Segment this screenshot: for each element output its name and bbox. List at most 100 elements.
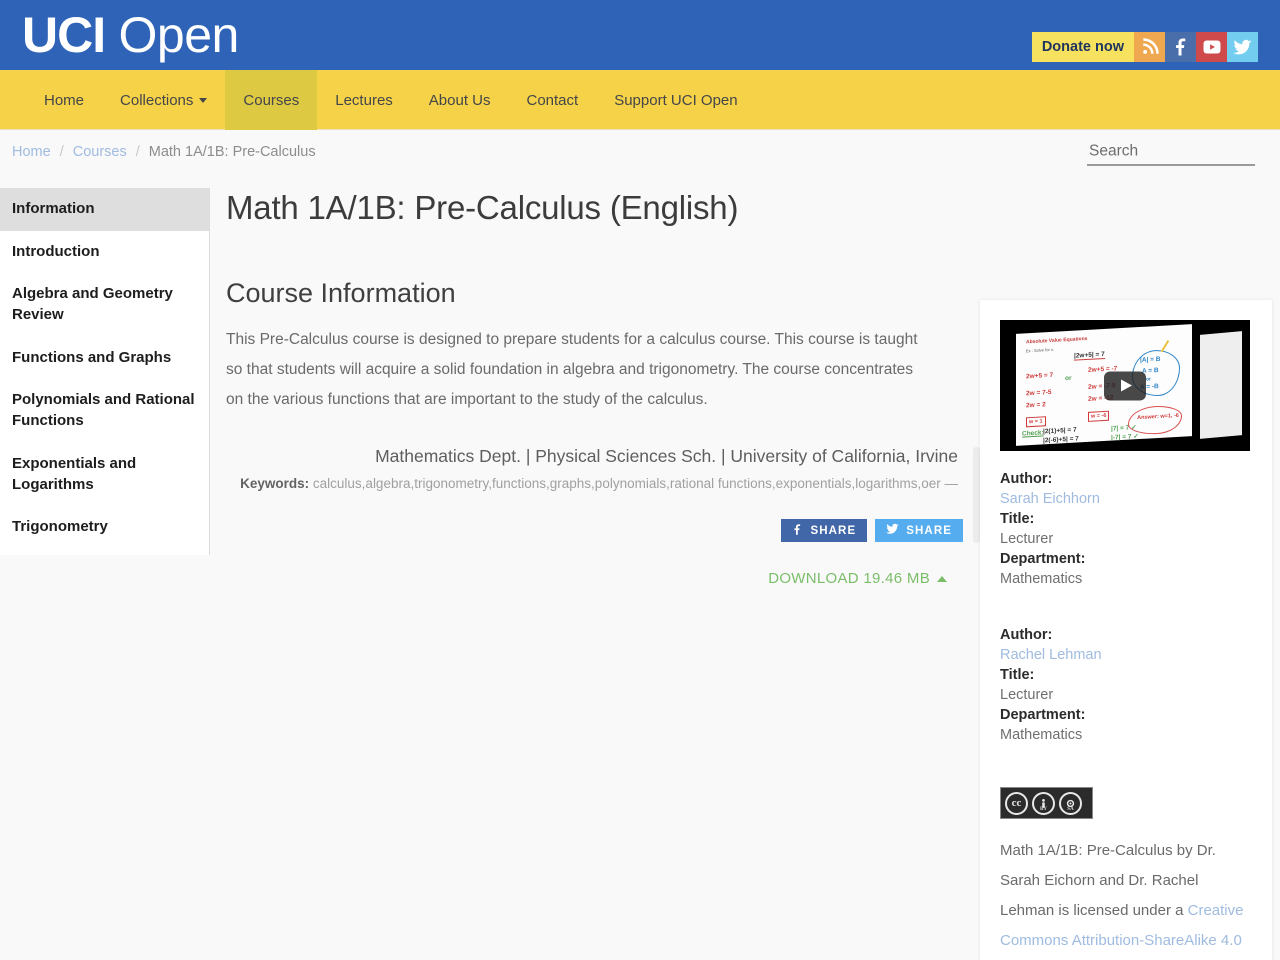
nav-label: Support UCI Open [614, 91, 738, 109]
sidebar-item-information[interactable]: Information [0, 188, 209, 231]
page-title: Math 1A/1B: Pre-Calculus (English) [226, 189, 739, 226]
facebook-share-label: SHARE [810, 524, 857, 537]
author-name-link[interactable]: Sarah Eichhorn [1000, 489, 1252, 509]
twitter-icon [886, 523, 900, 538]
whiteboard-left-line-3: 2w = 2 [1026, 401, 1046, 410]
nav-item-courses[interactable]: Courses [225, 70, 318, 130]
author-block-2: Author: Rachel Lehman Title: Lecturer De… [1000, 625, 1252, 745]
nav-list: Home Collections Courses Lectures About … [0, 70, 1280, 130]
twitter-share-label: SHARE [906, 524, 952, 537]
cc-by-label: BY [1040, 806, 1047, 812]
course-sidebar: Information Introduction Algebra and Geo… [0, 188, 210, 555]
whiteboard-secondary [1200, 331, 1242, 439]
cc-sa-wrap: SA [1059, 791, 1082, 815]
nav-label: Collections [120, 91, 194, 109]
department-value: Mathematics [1000, 727, 1083, 743]
title-value: Lecturer [1000, 531, 1054, 547]
whiteboard-left-line-2: 2w = 7-5 [1026, 388, 1052, 398]
cc-by-icon: BY [1032, 791, 1055, 815]
breadcrumb-separator: / [59, 144, 64, 160]
nav-item-contact[interactable]: Contact [509, 70, 597, 130]
course-keywords: Keywords: calculus,algebra,trigonometry,… [226, 473, 958, 495]
breadcrumb-separator: / [135, 144, 140, 160]
search-container [1087, 142, 1255, 166]
nav-label: Home [44, 91, 85, 109]
author-name-link[interactable]: Rachel Lehman [1000, 645, 1252, 665]
sidebar-item-functions-and-graphs[interactable]: Functions and Graphs [0, 337, 209, 380]
cc-mark-icon: cc [1005, 791, 1028, 815]
meta-scrollbar[interactable] [973, 447, 980, 544]
sidebar-item-introduction[interactable]: Introduction [0, 231, 209, 274]
download-row: DOWNLOAD 19.46 MB [226, 570, 980, 587]
cc-mark-text: cc [1011, 797, 1022, 809]
download-label: DOWNLOAD 19.46 MB [768, 570, 930, 588]
author-label: Author: [1000, 471, 1053, 487]
play-button-icon[interactable] [1104, 371, 1146, 400]
breadcrumb-current: Math 1A/1B: Pre-Calculus [148, 144, 316, 160]
department-label: Department: [1000, 707, 1086, 723]
course-meta-box: Mathematics Dept. | Physical Sciences Sc… [226, 443, 980, 544]
video-thumbnail[interactable]: Absolute Value Equations Ex : Solve for … [1000, 320, 1250, 451]
nav-item-about-us[interactable]: About Us [411, 70, 509, 130]
twitter-share-button[interactable]: SHARE [875, 519, 963, 543]
download-link[interactable]: DOWNLOAD 19.46 MB [768, 570, 947, 587]
facebook-icon [792, 523, 803, 539]
nav-item-home[interactable]: Home [26, 70, 102, 130]
nav-label: Lectures [335, 91, 393, 109]
nav-label: About Us [428, 91, 491, 109]
sidebar-item-algebra-and-geometry-review[interactable]: Algebra and Geometry Review [0, 273, 209, 336]
author-block-1: Author: Sarah Eichhorn Title: Lecturer D… [1000, 469, 1252, 589]
author-label: Author: [1000, 627, 1053, 643]
nav-item-support-uci-open[interactable]: Support UCI Open [596, 70, 755, 130]
sidebar-item-exponentials-and-logarithms[interactable]: Exponentials and Logarithms [0, 443, 209, 506]
site-header: UCI Open Donate now [0, 0, 1280, 70]
breadcrumb-courses[interactable]: Courses [73, 144, 127, 160]
whiteboard-subtitle: Ex : Solve for x. [1026, 346, 1055, 354]
play-triangle-icon [1121, 379, 1132, 392]
whiteboard-right-answer: w = -6 [1088, 410, 1110, 422]
title-label: Title: [1000, 511, 1035, 527]
site-logo[interactable]: UCI Open [22, 3, 239, 67]
logo-open-text: Open [118, 7, 240, 63]
whiteboard-left-answer: w = 1 [1026, 416, 1046, 428]
whiteboard-check-line-2: |2(-6)+5| = 7 [1043, 435, 1079, 445]
sidebar-item-polynomials-and-rational-functions[interactable]: Polynomials and Rational Functions [0, 379, 209, 442]
keywords-value: calculus,algebra,trigonometry,functions,… [312, 475, 958, 491]
course-description: This Pre-Calculus course is designed to … [226, 331, 918, 409]
keywords-label: Keywords: [240, 475, 310, 491]
whiteboard-or-label: or [1065, 374, 1072, 383]
facebook-icon[interactable] [1165, 32, 1196, 62]
page-body: Information Introduction Algebra and Geo… [0, 188, 1280, 960]
breadcrumb-home[interactable]: Home [12, 144, 51, 160]
twitter-icon[interactable] [1227, 32, 1258, 62]
main-content: Math 1A/1B: Pre-Calculus (English) Cours… [210, 188, 980, 587]
whiteboard-problem: |2w+5| = 7 [1074, 350, 1105, 361]
main-navigation: Home Collections Courses Lectures About … [0, 70, 1280, 166]
nav-item-lectures[interactable]: Lectures [317, 70, 411, 130]
cc-sa-label: SA [1067, 806, 1074, 812]
header-actions: Donate now [1031, 32, 1258, 62]
license-prefix: Math 1A/1B: Pre-Calculus by Dr. Sarah Ei… [1000, 842, 1216, 919]
donate-now-button[interactable]: Donate now [1031, 32, 1134, 62]
course-affiliation: Mathematics Dept. | Physical Sciences Sc… [375, 446, 958, 467]
nav-label: Contact [526, 91, 579, 109]
department-value: Mathematics [1000, 571, 1083, 587]
whiteboard-left-line-1: 2w+5 = 7 [1026, 371, 1054, 381]
whiteboard-check-line-1: |2(1)+5| = 7 [1043, 426, 1077, 436]
cc-by-wrap: BY [1032, 791, 1055, 815]
whiteboard-check-result-2: |-7| = 7 ✓ [1111, 433, 1139, 442]
cc-sa-icon: SA [1059, 791, 1082, 815]
creative-commons-badge-icon[interactable]: cc BY SA [1000, 787, 1093, 819]
license-text: Math 1A/1B: Pre-Calculus by Dr. Sarah Ei… [1000, 836, 1252, 960]
whiteboard-check-label: Check: [1022, 429, 1044, 438]
share-buttons: SHARE SHARE [226, 519, 980, 543]
search-input[interactable] [1087, 142, 1255, 166]
youtube-icon[interactable] [1196, 32, 1227, 62]
facebook-share-button[interactable]: SHARE [781, 519, 868, 543]
nav-label: Courses [243, 91, 300, 109]
nav-item-collections[interactable]: Collections [102, 70, 225, 130]
rss-icon[interactable] [1134, 32, 1165, 62]
sidebar-item-trigonometry[interactable]: Trigonometry [0, 506, 209, 549]
logo-uci-text: UCI [22, 7, 106, 63]
title-value: Lecturer [1000, 687, 1054, 703]
